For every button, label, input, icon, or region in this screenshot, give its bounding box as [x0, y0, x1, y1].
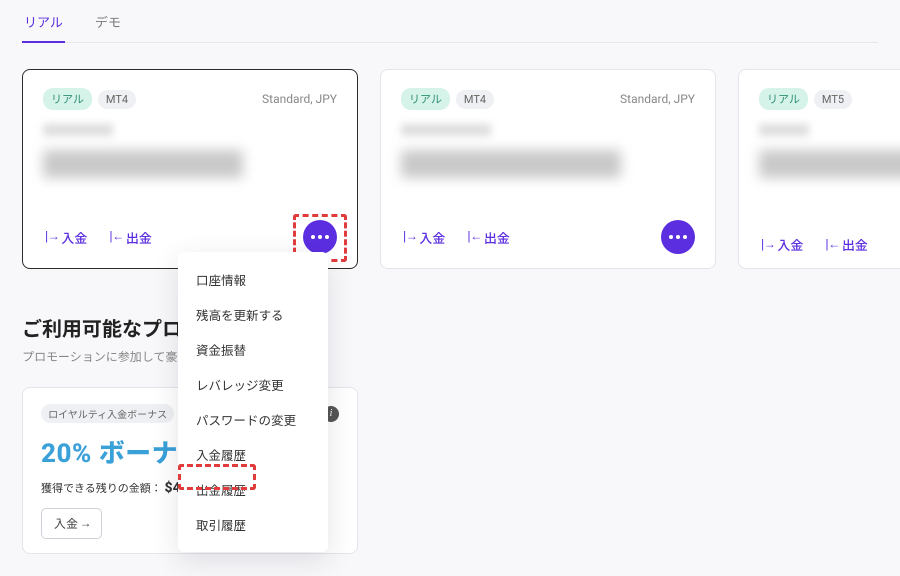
deposit-arrow-icon: |→: [401, 230, 415, 244]
menu-trade-history[interactable]: 取引履歴: [178, 507, 328, 542]
tab-real[interactable]: リアル: [22, 6, 65, 43]
more-dots-icon: [669, 235, 687, 239]
account-balance-redacted: [43, 150, 243, 178]
menu-password[interactable]: パスワードの変更: [178, 402, 328, 437]
deposit-button[interactable]: |→ 入金: [401, 228, 445, 247]
account-type-label: Standard, JPY: [262, 92, 337, 106]
chip-real: リアル: [43, 88, 92, 110]
withdraw-arrow-icon: |←: [823, 238, 837, 252]
account-card-3[interactable]: リアル MT5 |→ 入金 |← 出金: [738, 69, 900, 269]
promo-chip: ロイヤルティ入金ボーナス: [41, 404, 174, 423]
account-type-label: Standard, JPY: [620, 92, 695, 106]
menu-refresh-balance[interactable]: 残高を更新する: [178, 297, 328, 332]
tab-demo[interactable]: デモ: [93, 6, 123, 43]
menu-transfer[interactable]: 資金振替: [178, 332, 328, 367]
account-id-redacted: [43, 124, 113, 136]
withdraw-button[interactable]: |← 出金: [823, 235, 867, 254]
menu-leverage[interactable]: レバレッジ変更: [178, 367, 328, 402]
chip-platform: MT4: [98, 90, 136, 109]
account-balance-redacted: [759, 150, 900, 178]
menu-deposit-history[interactable]: 入金履歴: [178, 437, 328, 472]
account-id-redacted: [401, 124, 491, 136]
withdraw-label: 出金: [126, 228, 152, 247]
withdraw-arrow-icon: |←: [465, 230, 479, 244]
withdraw-button[interactable]: |← 出金: [465, 228, 509, 247]
withdraw-label: 出金: [842, 235, 868, 254]
chip-real: リアル: [759, 88, 808, 110]
menu-account-info[interactable]: 口座情報: [178, 262, 328, 297]
withdraw-arrow-icon: |←: [107, 230, 121, 244]
more-button[interactable]: [661, 220, 695, 254]
account-balance-redacted: [401, 150, 621, 178]
account-cards-row: リアル MT4 Standard, JPY |→ 入金 |← 出金: [22, 69, 878, 269]
account-more-menu: 口座情報 残高を更新する 資金振替 レバレッジ変更 パスワードの変更 入金履歴 …: [178, 252, 328, 552]
promo-deposit-button[interactable]: 入金 →: [41, 508, 102, 539]
promo-remaining-label: 獲得できる残りの金額：: [41, 482, 162, 495]
promo-deposit-arrow-icon: →: [82, 517, 89, 531]
deposit-label: 入金: [61, 228, 87, 247]
withdraw-button[interactable]: |← 出金: [107, 228, 151, 247]
deposit-button[interactable]: |→ 入金: [43, 228, 87, 247]
deposit-arrow-icon: |→: [43, 230, 57, 244]
account-card-1[interactable]: リアル MT4 Standard, JPY |→ 入金 |← 出金: [22, 69, 358, 269]
deposit-label: 入金: [419, 228, 445, 247]
more-dots-icon: [311, 235, 329, 239]
deposit-button[interactable]: |→ 入金: [759, 235, 803, 254]
chip-platform: MT5: [814, 90, 852, 109]
account-tabs: リアル デモ: [22, 0, 878, 43]
account-card-2[interactable]: リアル MT4 Standard, JPY |→ 入金 |← 出金: [380, 69, 716, 269]
deposit-label: 入金: [777, 235, 803, 254]
promo-section-title: ご利用可能なプロモ: [22, 313, 878, 342]
account-id-redacted: [759, 124, 809, 136]
deposit-arrow-icon: |→: [759, 238, 773, 252]
chip-platform: MT4: [456, 90, 494, 109]
menu-withdraw-history[interactable]: 出金履歴: [178, 472, 328, 507]
promo-deposit-label: 入金: [54, 515, 78, 532]
chip-real: リアル: [401, 88, 450, 110]
more-button[interactable]: [303, 220, 337, 254]
tab-divider: [22, 42, 878, 43]
withdraw-label: 出金: [484, 228, 510, 247]
promo-section-subtitle: プロモーションに参加して豪華報酬: [22, 348, 878, 365]
